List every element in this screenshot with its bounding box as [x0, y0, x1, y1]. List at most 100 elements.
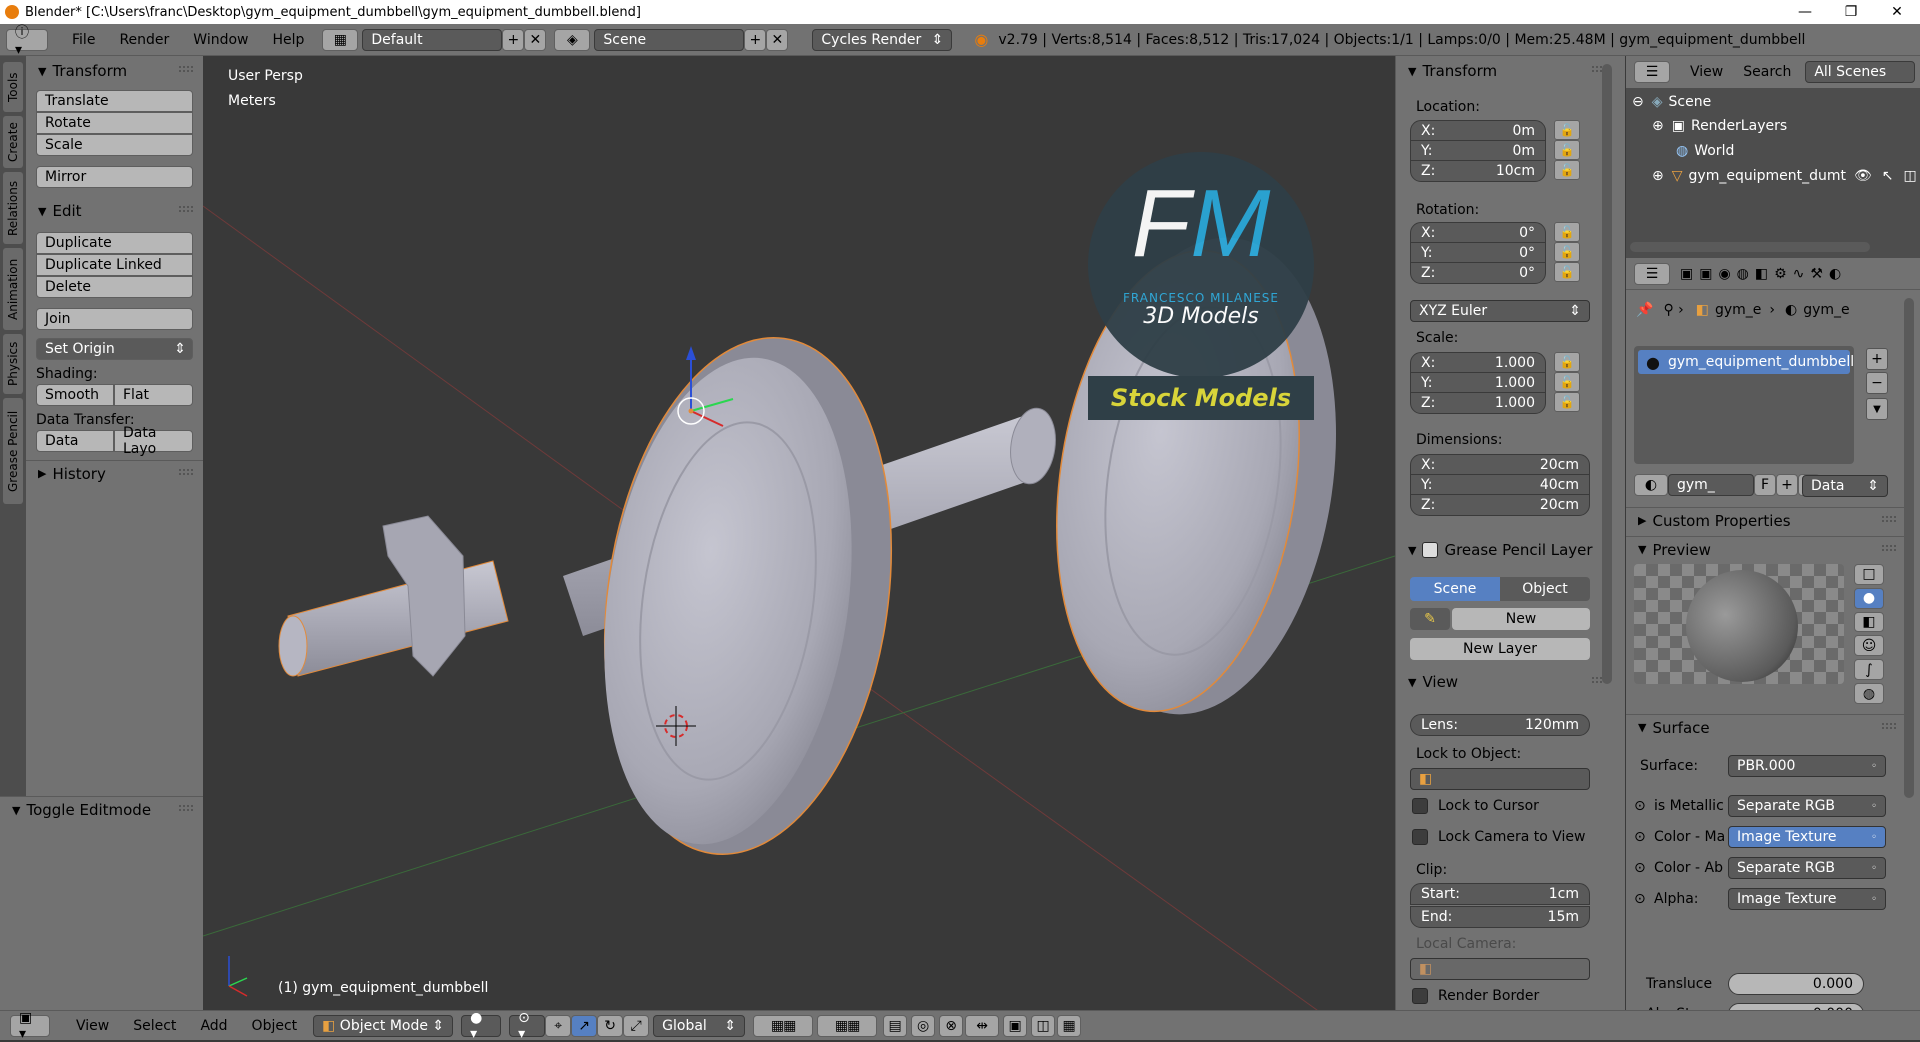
lock-layers-icon[interactable]: ▤: [883, 1014, 908, 1037]
expand-icon[interactable]: ⊕: [1652, 118, 1664, 134]
viewport-shading-select[interactable]: ● ▾: [461, 1010, 502, 1042]
dimension-z-field[interactable]: Z: 20cm: [1410, 494, 1590, 516]
lock-icon[interactable]: 🔓: [1554, 242, 1580, 262]
surface-header[interactable]: ▼ Surface: [1626, 714, 1906, 740]
transform-panel-header[interactable]: ▼ Transform: [26, 58, 203, 84]
outliner-scene-row[interactable]: ⊖ ◈ Scene: [1632, 94, 1711, 110]
outliner-editor-icon[interactable]: ☰: [1634, 61, 1670, 83]
rotate-manipulator-icon[interactable]: ↻: [597, 1014, 624, 1037]
lock-cursor-checkbox[interactable]: [1412, 798, 1428, 814]
snap-element-icon[interactable]: ⇹: [965, 1014, 1000, 1037]
lock-icon[interactable]: 🔓: [1554, 160, 1580, 180]
remove-layout-icon[interactable]: ✕: [524, 28, 547, 51]
outliner-scrollbar[interactable]: [1630, 242, 1870, 252]
grip-icon[interactable]: [1882, 723, 1896, 729]
lock-icon[interactable]: 🔓: [1554, 372, 1580, 392]
scene-icon[interactable]: ◈: [554, 28, 591, 51]
location-x-field[interactable]: X: 0m: [1410, 120, 1546, 142]
breadcrumb-material[interactable]: gym_e: [1803, 302, 1849, 318]
n-view-header[interactable]: ▼ View: [1396, 669, 1616, 695]
slot-menu-button[interactable]: ▼: [1866, 398, 1888, 420]
translucency-slider[interactable]: 0.000: [1728, 973, 1864, 995]
clip-start-field[interactable]: Start: 1cm: [1410, 883, 1590, 905]
tab-create[interactable]: Create: [3, 116, 23, 168]
properties-scrollbar[interactable]: [1904, 298, 1914, 798]
render-animation-icon[interactable]: ▦: [1057, 1014, 1082, 1037]
scale-z-field[interactable]: Z: 1.000: [1410, 392, 1546, 414]
preview-cube-icon[interactable]: ◧: [1854, 611, 1884, 633]
breadcrumb-object[interactable]: gym_e: [1715, 302, 1761, 318]
delete-button[interactable]: Delete: [36, 276, 193, 298]
shader-input-node-select[interactable]: Image Texture ◦: [1728, 888, 1886, 910]
outliner-renderlayers-row[interactable]: ⊕ ▣ RenderLayers: [1652, 118, 1787, 134]
grip-icon[interactable]: [1882, 545, 1896, 551]
scale-y-field[interactable]: Y: 1.000: [1410, 372, 1546, 394]
clip-end-field[interactable]: End: 15m: [1410, 906, 1590, 928]
close-button[interactable]: ✕: [1874, 0, 1920, 24]
join-button[interactable]: Join: [36, 308, 193, 330]
preview-monkey-icon[interactable]: ☺: [1854, 635, 1884, 657]
data-transfer-button[interactable]: Data: [36, 430, 114, 452]
menu-file[interactable]: File: [60, 32, 107, 48]
input-link-icon[interactable]: ⊙: [1634, 798, 1646, 814]
grip-icon[interactable]: [179, 469, 193, 475]
custom-properties-header[interactable]: ▶ Custom Properties: [1626, 507, 1906, 533]
editor-type-3d-icon[interactable]: ▣ ▾: [10, 1010, 50, 1042]
gp-pencil-icon[interactable]: ✎: [1410, 608, 1450, 630]
scene-field[interactable]: Scene: [594, 28, 745, 51]
render-engine-select[interactable]: Cycles Render ⇕: [812, 28, 953, 51]
add-slot-button[interactable]: +: [1866, 348, 1888, 370]
input-link-icon[interactable]: ⊙: [1634, 891, 1646, 907]
menu-object[interactable]: Object: [240, 1018, 310, 1034]
expand-icon[interactable]: ⊕: [1652, 168, 1664, 184]
lock-icon[interactable]: 🔓: [1554, 352, 1580, 372]
location-y-field[interactable]: Y: 0m: [1410, 140, 1546, 162]
proportional-edit-icon[interactable]: ◎: [911, 1014, 936, 1037]
scene-layers-2-icon[interactable]: ▦▦: [817, 1014, 878, 1037]
preview-hair-icon[interactable]: ∫: [1854, 659, 1884, 681]
remove-slot-button[interactable]: −: [1866, 372, 1888, 394]
grip-icon[interactable]: [179, 206, 193, 212]
preview-header[interactable]: ▼ Preview: [1626, 536, 1906, 562]
gp-new-layer-button[interactable]: New Layer: [1410, 638, 1590, 660]
grip-icon[interactable]: [179, 805, 193, 811]
lock-icon[interactable]: 🔓: [1554, 140, 1580, 160]
tab-grease-pencil[interactable]: Grease Pencil: [3, 398, 23, 504]
grease-pencil-checkbox[interactable]: [1422, 542, 1439, 558]
tab-tools[interactable]: Tools: [3, 62, 23, 112]
transform-orientation-select[interactable]: Global ⇕: [653, 1014, 746, 1037]
surface-shader-select[interactable]: PBR.000 ◦: [1728, 755, 1886, 777]
rotate-button[interactable]: Rotate: [36, 112, 193, 134]
interaction-mode-select[interactable]: ◧ Object Mode ⇕: [313, 1014, 454, 1037]
lock-icon[interactable]: 🔓: [1554, 222, 1580, 242]
edit-panel-header[interactable]: ▼ Edit: [26, 198, 203, 224]
smooth-button[interactable]: Smooth: [36, 384, 114, 406]
menu-render[interactable]: Render: [107, 32, 181, 48]
add-scene-icon[interactable]: +: [744, 28, 767, 51]
screen-layout-icon[interactable]: ▦: [322, 28, 359, 51]
properties-context-icons[interactable]: ▣▣◉◍◧⚙∿⚒◐: [1680, 266, 1847, 282]
n-transform-header[interactable]: ▼ Transform: [1396, 58, 1616, 84]
input-link-icon[interactable]: ⊙: [1634, 829, 1646, 845]
mirror-button[interactable]: Mirror: [36, 166, 193, 188]
dimension-y-field[interactable]: Y: 40cm: [1410, 474, 1590, 496]
outliner-search-menu[interactable]: Search: [1743, 64, 1791, 80]
grease-pencil-header[interactable]: ▼ Grease Pencil Layer: [1396, 537, 1616, 563]
fake-user-button[interactable]: F: [1754, 474, 1776, 496]
scale-button[interactable]: Scale: [36, 134, 193, 156]
gp-scene-button[interactable]: Scene: [1410, 577, 1500, 601]
location-z-field[interactable]: Z: 10cm: [1410, 160, 1546, 182]
lock-icon[interactable]: 🔓: [1554, 120, 1580, 140]
new-material-icon[interactable]: +: [1776, 474, 1798, 496]
render-image-icon[interactable]: ◫: [1031, 1014, 1056, 1037]
menu-help[interactable]: Help: [260, 32, 316, 48]
grip-icon[interactable]: [1882, 516, 1896, 522]
preview-world-icon[interactable]: ◍: [1854, 683, 1884, 704]
rotation-x-field[interactable]: X: 0°: [1410, 222, 1546, 244]
lock-icon[interactable]: 🔓: [1554, 392, 1580, 412]
menu-select[interactable]: Select: [121, 1018, 188, 1034]
scale-manipulator-icon[interactable]: ⤢: [623, 1014, 650, 1037]
material-slot-item[interactable]: ● gym_equipment_dumbbell: [1638, 350, 1854, 374]
collapse-icon[interactable]: ⊖: [1632, 94, 1644, 110]
manipulator-toggle-icon[interactable]: ⌖: [545, 1014, 572, 1037]
